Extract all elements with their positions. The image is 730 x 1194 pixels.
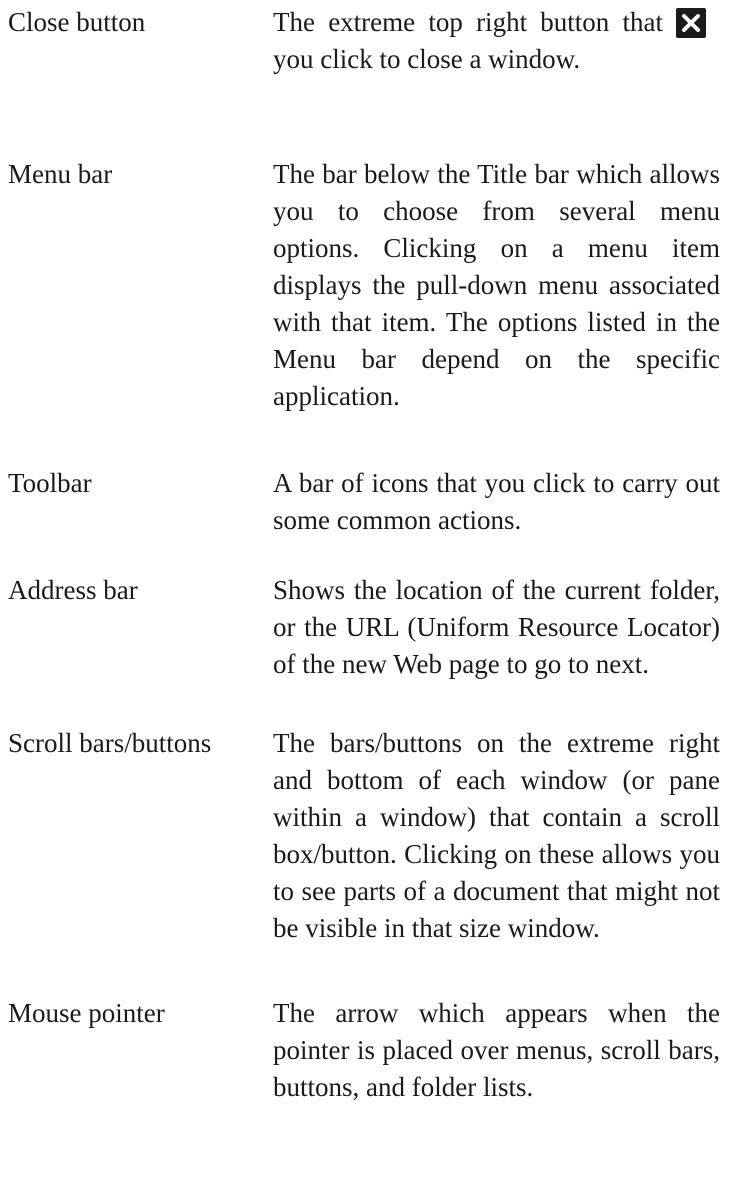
term-close-button: Close button — [8, 7, 146, 37]
term-scroll-bars-buttons: Scroll bars/buttons — [8, 728, 212, 758]
definition-scroll-bars-buttons: The bars/buttons on the extreme right an… — [273, 728, 720, 943]
definition-address-bar: Shows the location of the current folder… — [273, 575, 720, 679]
definition-menu-bar: The bar below the Title bar which allows… — [273, 159, 720, 411]
glossary-page: Close button The extreme top right butto… — [0, 0, 730, 1194]
definition-mouse-pointer: The arrow which appears when the pointer… — [273, 998, 720, 1102]
term-menu-bar: Menu bar — [8, 159, 113, 189]
close-icon — [676, 8, 706, 38]
definition-toolbar: A bar of icons that you click to carry o… — [273, 468, 720, 535]
term-mouse-pointer: Mouse pointer — [8, 998, 165, 1028]
term-toolbar: Toolbar — [8, 468, 92, 498]
term-address-bar: Address bar — [8, 575, 138, 605]
definition-close-button: The extreme top right button that you cl… — [273, 7, 663, 74]
